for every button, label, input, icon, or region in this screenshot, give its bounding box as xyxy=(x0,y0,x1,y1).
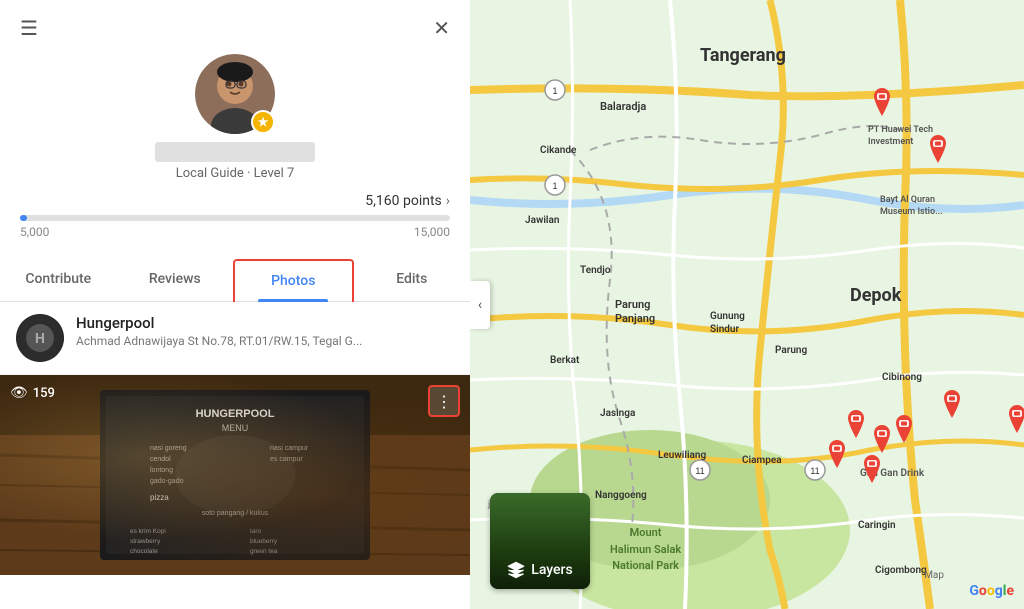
photo-card: HUNGERPOOL MENU nasi goreng cendol lonto… xyxy=(0,375,470,575)
svg-text:1: 1 xyxy=(552,86,557,96)
eye-icon: 👁 xyxy=(10,385,28,401)
svg-text:nasi campur: nasi campur xyxy=(270,445,309,452)
left-panel: ☰ ✕ xyxy=(0,0,470,609)
svg-text:MENU: MENU xyxy=(222,423,249,433)
panel-header: ☰ ✕ xyxy=(0,0,470,44)
layers-label: Layers xyxy=(507,561,572,579)
svg-text:11: 11 xyxy=(810,466,819,476)
svg-text:11: 11 xyxy=(695,466,704,476)
progress-bar-fill xyxy=(20,215,27,221)
close-icon[interactable]: ✕ xyxy=(429,12,454,44)
map-pin-1[interactable] xyxy=(870,88,894,116)
place-thumbnail: H xyxy=(16,314,64,362)
google-logo: Google xyxy=(969,583,1014,599)
map-pin-9[interactable] xyxy=(1005,405,1024,433)
map-pin-6[interactable] xyxy=(825,440,849,468)
tab-edits[interactable]: Edits xyxy=(354,259,471,301)
collapse-button[interactable]: ‹ xyxy=(470,281,490,329)
svg-text:blueberry: blueberry xyxy=(250,538,278,545)
view-count: 159 xyxy=(33,386,55,401)
svg-text:gado-gado: gado-gado xyxy=(150,478,184,485)
svg-text:es campur: es campur xyxy=(270,456,303,463)
content-area[interactable]: H Hungerpool Achmad Adnawijaya St No.78,… xyxy=(0,302,470,609)
photo-more-button[interactable]: ⋮ xyxy=(428,385,460,417)
tab-reviews[interactable]: Reviews xyxy=(117,259,234,301)
avatar-wrapper: ★ xyxy=(195,54,275,134)
svg-text:es krim Kopi: es krim Kopi xyxy=(130,528,166,535)
map-pin-8[interactable] xyxy=(940,390,964,418)
tabs-row: Contribute Reviews Photos Edits xyxy=(0,259,470,302)
map-pin-4[interactable] xyxy=(870,425,894,453)
place-item: H Hungerpool Achmad Adnawijaya St No.78,… xyxy=(0,302,470,375)
points-text: 5,160 points xyxy=(365,193,442,209)
map-pin-3[interactable] xyxy=(844,410,868,438)
hamburger-icon[interactable]: ☰ xyxy=(16,12,42,44)
svg-text:green tea: green tea xyxy=(250,548,278,555)
progress-min: 5,000 xyxy=(20,225,49,239)
layers-button[interactable]: Layers xyxy=(490,493,590,589)
photo-view-count: 👁 159 xyxy=(10,385,55,401)
place-info: Hungerpool Achmad Adnawijaya St No.78, R… xyxy=(76,314,454,348)
svg-text:chocolate: chocolate xyxy=(130,548,158,555)
points-chevron[interactable]: › xyxy=(446,193,450,209)
svg-text:HUNGERPOOL: HUNGERPOOL xyxy=(196,408,275,420)
layers-text: Layers xyxy=(531,562,572,578)
map-container[interactable]: 1 1 11 11 Tangerang Balaradja Cikande Ja… xyxy=(470,0,1024,609)
svg-text:lontong: lontong xyxy=(150,467,173,474)
points-row: 5,160 points › xyxy=(20,193,450,209)
svg-text:1: 1 xyxy=(552,181,557,191)
tabs-wrapper: Contribute Reviews Photos Edits xyxy=(0,243,470,302)
user-name xyxy=(155,142,315,162)
svg-text:cendol: cendol xyxy=(150,456,171,463)
profile-section: ★ Local Guide · Level 7 xyxy=(0,44,470,193)
tab-photos[interactable]: Photos xyxy=(233,259,354,302)
right-panel: 1 1 11 11 Tangerang Balaradja Cikande Ja… xyxy=(470,0,1024,609)
layers-icon xyxy=(507,561,525,579)
place-address: Achmad Adnawijaya St No.78, RT.01/RW.15,… xyxy=(76,334,426,348)
progress-max: 15,000 xyxy=(414,225,450,239)
restaurant-photo: HUNGERPOOL MENU nasi goreng cendol lonto… xyxy=(0,375,470,575)
progress-labels: 5,000 15,000 xyxy=(20,225,450,239)
map-pin-7[interactable] xyxy=(860,455,884,483)
points-section: 5,160 points › 5,000 15,000 xyxy=(0,193,470,239)
svg-text:strawberry: strawberry xyxy=(130,538,161,545)
tab-contribute[interactable]: Contribute xyxy=(0,259,117,301)
local-guide-badge: ★ xyxy=(251,110,275,134)
svg-text:taro: taro xyxy=(250,528,262,535)
svg-text:soto pangang / kukus: soto pangang / kukus xyxy=(202,510,269,517)
svg-text:pizza: pizza xyxy=(150,493,169,502)
progress-bar-container xyxy=(20,215,450,221)
svg-text:H: H xyxy=(35,331,45,347)
collapse-icon: ‹ xyxy=(478,297,482,313)
svg-text:nasi goreng: nasi goreng xyxy=(150,445,187,452)
place-name: Hungerpool xyxy=(76,314,454,332)
map-terms: Map xyxy=(924,570,944,581)
map-pin-2[interactable] xyxy=(926,135,950,163)
map-pin-5[interactable] xyxy=(892,415,916,443)
user-level: Local Guide · Level 7 xyxy=(176,166,295,181)
